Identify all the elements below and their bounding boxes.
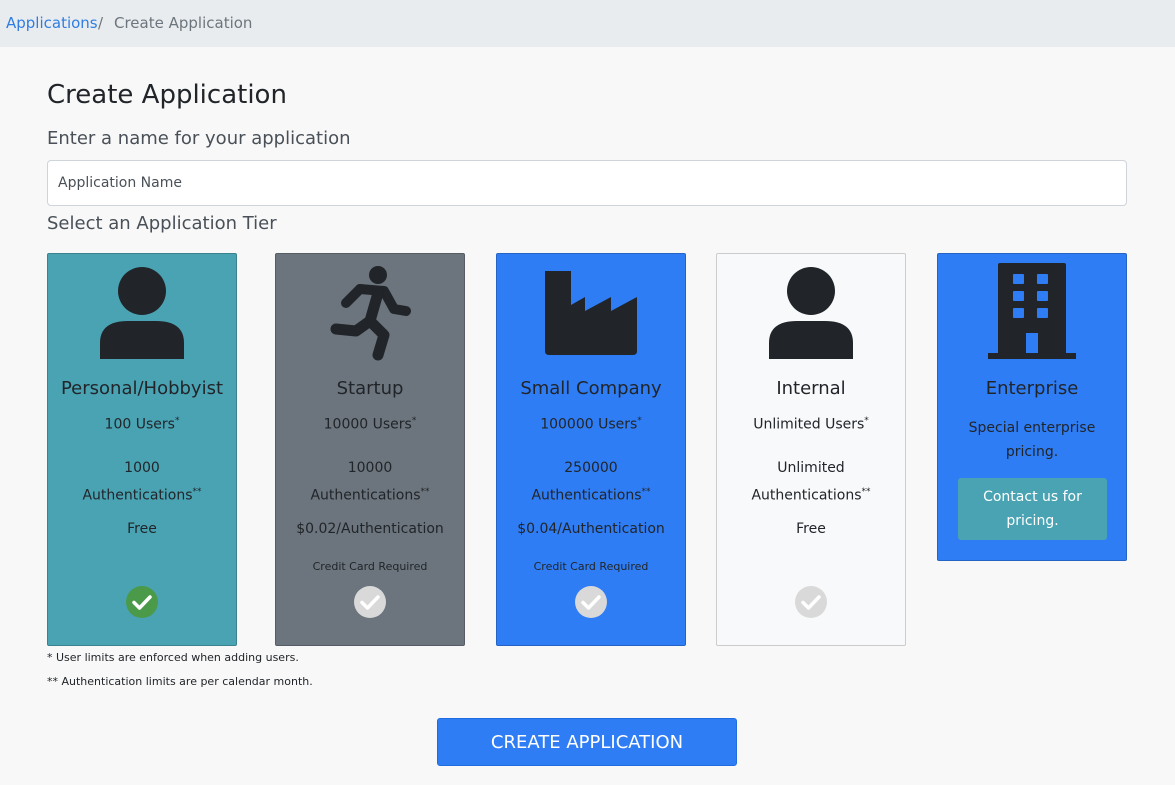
tier-auth-count: 10000 — [347, 460, 393, 476]
create-application-button[interactable]: CREATE APPLICATION — [437, 718, 737, 766]
tier-card-internal[interactable]: Internal Unlimited Users* Unlimited Authe… — [716, 253, 906, 646]
tier-users-text: 100000 Users — [540, 416, 638, 433]
users-footnote-mark: * — [637, 416, 642, 426]
tier-name: Enterprise — [985, 378, 1079, 399]
tier-users-text: 10000 Users — [323, 416, 412, 433]
tier-card-startup[interactable]: Startup 10000 Users* 10000 Authentication… — [275, 253, 465, 646]
tier-prompt: Select an Application Tier — [47, 213, 277, 234]
tier-users: 10000 Users* — [276, 416, 464, 433]
tier-card-small-company[interactable]: Small Company 100000 Users* 250000 Authen… — [496, 253, 686, 646]
users-footnote-mark: * — [864, 416, 869, 426]
tier-name: Personal/Hobbyist — [60, 378, 224, 399]
footnote-users: * User limits are enforced when adding u… — [47, 651, 299, 664]
contact-us-button[interactable]: Contact us for pricing. — [958, 478, 1107, 540]
person-icon — [769, 267, 853, 359]
running-person-icon — [330, 266, 411, 361]
name-prompt: Enter a name for your application — [47, 128, 351, 149]
tier-auth-label: Authentications — [751, 487, 862, 504]
tier-auth: 10000 Authentications** — [284, 456, 456, 508]
tier-users-text: Unlimited Users — [753, 416, 865, 433]
tier-price: $0.02/Authentication — [296, 521, 444, 537]
tier-auth-label: Authentications — [531, 487, 642, 504]
tier-name: Small Company — [520, 378, 662, 399]
auth-footnote-mark: ** — [641, 487, 651, 497]
credit-card-required: Credit Card Required — [312, 560, 428, 573]
factory-icon — [545, 271, 637, 355]
tier-users-text: 100 Users — [104, 416, 175, 433]
tier-users: 100 Users* — [48, 416, 236, 433]
tier-card-enterprise[interactable]: Enterprise Special enterprise pricing. C… — [937, 253, 1127, 561]
building-icon — [988, 263, 1076, 359]
tier-auth-label: Authentications — [82, 487, 193, 504]
breadcrumb-link-applications[interactable]: Applications — [6, 14, 98, 32]
tier-auth: Unlimited Authentications** — [725, 456, 897, 508]
tier-price: $0.04/Authentication — [517, 521, 665, 537]
tier-price: Free — [127, 521, 157, 537]
tier-users: Unlimited Users* — [717, 416, 905, 433]
person-icon — [100, 267, 184, 359]
tier-auth-label: Authentications — [310, 487, 421, 504]
tier-price: Free — [796, 521, 826, 537]
tier-name: Startup — [336, 378, 404, 399]
footnote-auth: ** Authentication limits are per calenda… — [47, 675, 313, 688]
auth-footnote-mark: ** — [861, 487, 871, 497]
users-footnote-mark: * — [174, 416, 180, 426]
check-circle-icon — [575, 586, 607, 618]
tier-name: Internal — [776, 378, 846, 399]
enterprise-description: Special enterprise pricing. — [968, 420, 1096, 460]
tier-auth: 250000 Authentications** — [505, 456, 677, 508]
breadcrumb-separator: / — [98, 14, 104, 32]
tier-auth: 1000 Authentications** — [56, 456, 228, 508]
tier-auth-count: Unlimited — [777, 460, 845, 476]
check-circle-icon — [354, 586, 386, 618]
users-footnote-mark: * — [411, 416, 417, 426]
breadcrumb: Applications / Create Application — [0, 0, 1175, 47]
auth-footnote-mark: ** — [420, 487, 430, 497]
application-name-input[interactable] — [47, 160, 1127, 206]
page-title: Create Application — [47, 80, 287, 110]
auth-footnote-mark: ** — [192, 487, 202, 497]
credit-card-required: Credit Card Required — [533, 560, 649, 573]
tier-users: 100000 Users* — [497, 416, 685, 433]
tier-auth-count: 250000 — [564, 460, 618, 476]
tier-auth-count: 1000 — [124, 460, 160, 476]
breadcrumb-current: Create Application — [114, 14, 253, 32]
check-circle-icon — [795, 586, 827, 618]
check-circle-icon — [126, 586, 158, 618]
tier-card-personal[interactable]: Personal/Hobbyist 100 Users* 1000 Authent… — [47, 253, 237, 646]
